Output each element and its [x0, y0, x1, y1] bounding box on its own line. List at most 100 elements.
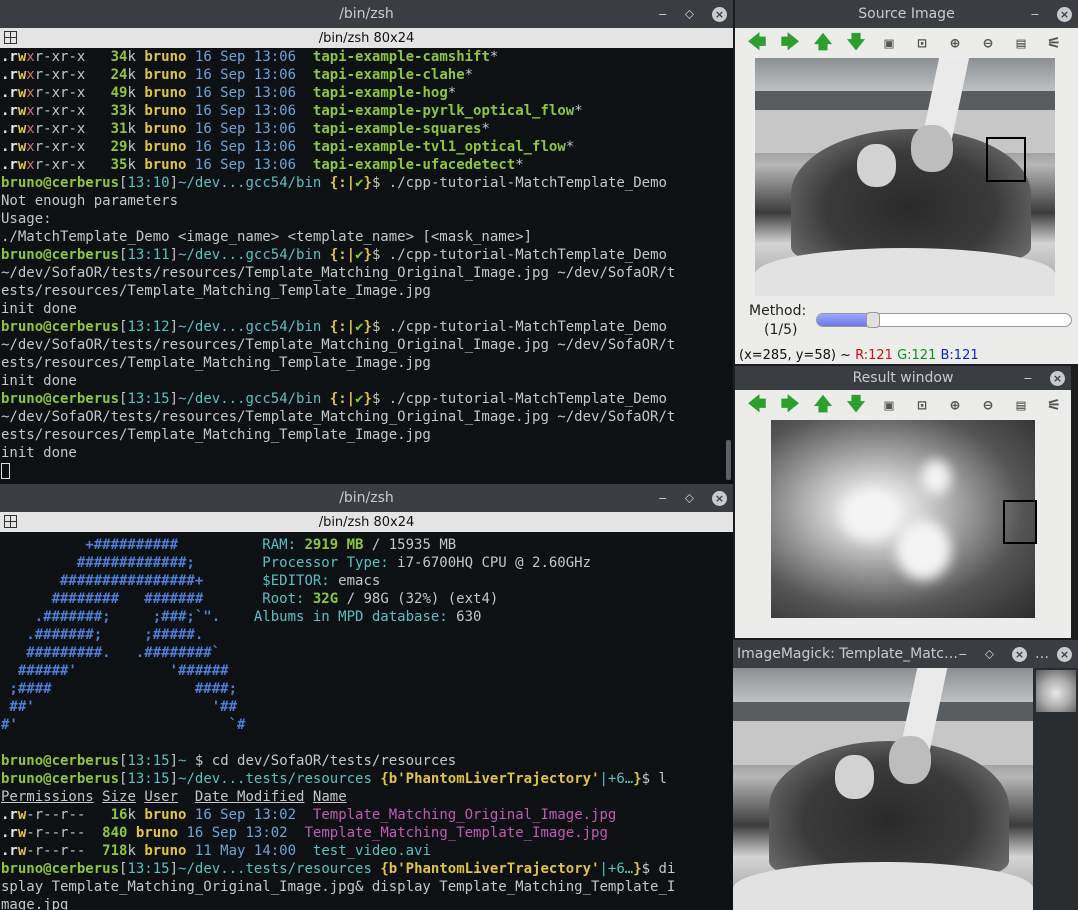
terminal-text-segment: Permissions — [1, 789, 94, 805]
terminal-text-segment: .r — [1, 139, 18, 155]
zoom-out-icon[interactable]: ⊖ — [978, 33, 998, 53]
terminal-text-segment: ests/resources/Template_Matching_Templat… — [1, 283, 431, 299]
top-terminal-output[interactable]: .rwxr-xr-x 34k bruno 16 Sep 13:06 tapi-e… — [0, 48, 733, 484]
result-window-toolbar: 🡄 🡆 🡅 🡇 ▣ ⊡ ⊕ ⊖ ▤ ⚟ — [735, 390, 1071, 420]
close-icon[interactable]: × — [1050, 370, 1065, 386]
arrow-left-icon[interactable]: 🡄 — [747, 33, 767, 53]
source-image-canvas[interactable] — [755, 58, 1055, 296]
terminal-line: Not enough parameters — [1, 192, 733, 210]
minimize-icon[interactable]: ‒ — [1024, 371, 1032, 386]
terminal-text-segment: * — [574, 103, 583, 119]
terminal-text-segment: k — [127, 85, 145, 101]
bottom-terminal-window[interactable]: /bin/zsh ‒ ⬦ × /bin/zsh 80x24 +#########… — [0, 484, 733, 910]
top-terminal-titlebar[interactable]: /bin/zsh ‒ ⬦ × — [0, 0, 733, 28]
terminal-text-segment: 35 — [110, 157, 128, 173]
terminal-text-segment: Processor Type: — [262, 555, 398, 571]
terminal-text-segment: r-xr-x — [34, 67, 111, 83]
template-image-window[interactable]: … × — [1033, 640, 1078, 910]
maximize-icon[interactable]: ⬦ — [685, 491, 694, 506]
terminal-text-segment: k — [127, 49, 145, 65]
terminal-line: ~/dev/SofaOR/tests/resources/Template_Ma… — [1, 336, 733, 354]
terminal-line: #' `# — [1, 716, 733, 734]
close-icon[interactable]: × — [1012, 646, 1027, 662]
terminal-text-segment: bruno@cerberus — [1, 861, 120, 877]
result-window[interactable]: Result window ‒ × 🡄 🡆 🡅 🡇 ▣ ⊡ ⊕ ⊖ ▤ ⚟ — [735, 366, 1071, 638]
imagemagick-titlebar[interactable]: ImageMagick: Template_Matc… ‒ ⬦ × — [733, 640, 1033, 668]
terminal-text-segment: ;#### ####; — [1, 681, 238, 697]
minimize-icon[interactable]: ‒ — [959, 647, 967, 662]
arrow-right-icon[interactable]: 🡆 — [780, 395, 800, 415]
source-image-toolbar: 🡄 🡆 🡅 🡇 ▣ ⊡ ⊕ ⊖ ▤ ⚟ — [735, 28, 1078, 58]
close-icon[interactable]: × — [1057, 6, 1072, 22]
imagemagick-image[interactable] — [733, 668, 1033, 910]
arrow-down-icon[interactable]: 🡇 — [846, 33, 866, 53]
arrow-down-icon[interactable]: 🡇 — [846, 395, 866, 415]
imagemagick-window[interactable]: ImageMagick: Template_Matc… ‒ ⬦ × — [733, 640, 1033, 910]
arrow-left-icon[interactable]: 🡄 — [747, 395, 767, 415]
terminal-text-segment: * — [489, 49, 499, 65]
arrow-up-icon[interactable]: 🡅 — [813, 395, 833, 415]
terminal-text-segment: x — [26, 85, 35, 101]
terminal-text-segment: .r — [1, 67, 18, 83]
arrow-right-icon[interactable]: 🡆 — [780, 33, 800, 53]
terminal-text-segment: ~/dev...tests/resources — [178, 771, 381, 787]
template-image[interactable] — [1036, 670, 1076, 712]
pixel-status-bar: (x=285, y=58) ~ R:121 G:121 B:121 — [739, 348, 979, 363]
source-image-window[interactable]: Source Image ‒ × 🡄 🡆 🡅 🡇 ▣ ⊡ ⊕ ⊖ ▤ ⚟ Met… — [735, 0, 1078, 364]
terminal-menu-icon[interactable] — [4, 31, 17, 44]
image-icon[interactable]: ▣ — [879, 395, 899, 415]
method-slider-handle[interactable] — [866, 312, 881, 328]
terminal-text-segment: 630 — [456, 609, 482, 625]
properties-icon[interactable]: ⚟ — [1044, 395, 1064, 415]
close-icon[interactable]: × — [712, 6, 727, 22]
result-window-titlebar[interactable]: Result window ‒ × — [735, 366, 1071, 390]
terminal-text-segment: bruno — [144, 843, 195, 859]
method-slider[interactable] — [816, 312, 1072, 328]
top-terminal-window[interactable]: /bin/zsh ‒ ⬦ × /bin/zsh 80x24 .rwxr-xr-x… — [0, 0, 733, 484]
minimize-icon[interactable]: ‒ — [1031, 7, 1039, 22]
terminal-text-segment: bruno — [144, 67, 195, 83]
image-icon[interactable]: ▣ — [879, 33, 899, 53]
top-terminal-subtitle: /bin/zsh 80x24 — [318, 30, 415, 46]
arrow-up-icon[interactable]: 🡅 — [813, 33, 833, 53]
zoom-in-icon[interactable]: ⊕ — [945, 395, 965, 415]
minimize-icon[interactable]: ‒ — [659, 7, 667, 22]
terminal-text-segment: r-xr-x — [34, 85, 111, 101]
bottom-terminal-output[interactable]: +########## RAM: 2919 MB / 15935 MB ####… — [0, 532, 733, 910]
minimize-icon[interactable]: ‒ — [659, 491, 667, 506]
terminal-menu-icon[interactable] — [4, 515, 17, 528]
zoom-out-icon[interactable]: ⊖ — [978, 395, 998, 415]
terminal-text-segment: tapi-example-pyrlk_optical_flow — [312, 103, 575, 119]
terminal-text-segment: bruno — [144, 103, 195, 119]
properties-icon[interactable]: ⚟ — [1044, 33, 1064, 53]
terminal-text-segment: test_video.avi — [312, 843, 431, 859]
terminal-text-segment: $ ./cpp-tutorial-MatchTemplate_Demo — [371, 247, 667, 263]
terminal-text-segment: $ l — [641, 771, 667, 787]
terminal-text-segment: ✔ — [355, 175, 364, 191]
close-icon[interactable]: × — [1057, 646, 1072, 662]
zoom-fit-icon[interactable]: ⊡ — [912, 33, 932, 53]
close-icon[interactable]: × — [712, 490, 727, 506]
terminal-text-segment: -r--r-- — [26, 807, 111, 823]
bottom-terminal-titlebar[interactable]: /bin/zsh ‒ ⬦ × — [0, 484, 733, 512]
terminal-line: init done — [1, 300, 733, 318]
save-icon[interactable]: ▤ — [1011, 395, 1031, 415]
maximize-icon[interactable]: ⬦ — [685, 7, 694, 22]
terminal-text-segment: } — [633, 861, 642, 877]
terminal-text-segment: k — [127, 139, 145, 155]
template-window-titlebar[interactable]: … × — [1033, 640, 1078, 668]
terminal-text-segment: 16 Sep 13:02 — [194, 807, 313, 823]
maximize-icon[interactable]: ⬦ — [985, 647, 994, 662]
terminal-text-segment: ##' '## — [1, 699, 238, 715]
terminal-text-segment: Root: — [262, 591, 313, 607]
save-icon[interactable]: ▤ — [1011, 33, 1031, 53]
zoom-fit-icon[interactable]: ⊡ — [912, 395, 932, 415]
zoom-in-icon[interactable]: ⊕ — [945, 33, 965, 53]
top-terminal-scrollbar[interactable] — [726, 440, 731, 480]
result-heatmap-canvas[interactable] — [771, 420, 1037, 618]
terminal-text-segment: |+6… — [599, 771, 634, 787]
source-image-titlebar[interactable]: Source Image ‒ × — [735, 0, 1078, 28]
